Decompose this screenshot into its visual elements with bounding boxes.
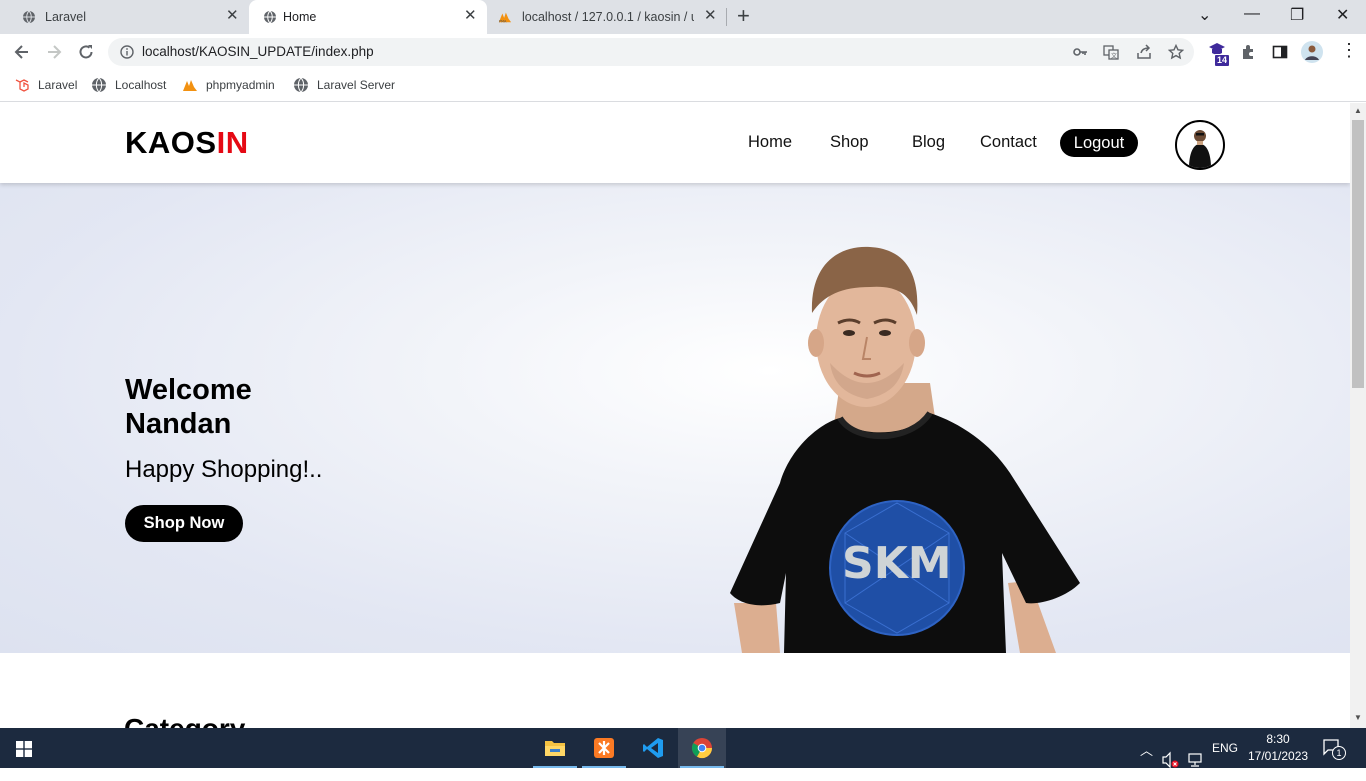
hero-tagline: Happy Shopping!.. [125,456,323,483]
category-heading: Category [124,713,245,728]
tab-phpmyadmin[interactable]: PMA localhost / 127.0.0.1 / kaosin / us … [488,0,726,34]
share-icon[interactable] [1136,44,1152,60]
site-header: KAOSIN Home Shop Blog Contact Logout [0,103,1350,183]
shop-now-button[interactable]: Shop Now [125,505,243,542]
close-tab-icon[interactable]: ✕ [464,8,477,24]
logo-main: KAOS [125,125,217,160]
laravel-icon [15,79,29,92]
shirt-print-text: SKM [842,538,952,589]
phpmyadmin-icon [183,80,197,91]
tab-laravel[interactable]: Laravel ✕ [8,0,248,34]
globe-icon [264,10,276,24]
taskbar-file-explorer[interactable] [531,728,579,768]
language-indicator[interactable]: ENG [1212,741,1238,781]
xampp-icon [594,738,614,758]
clock-date: 17/01/2023 [1248,749,1309,763]
nav-contact[interactable]: Contact [980,133,1037,152]
extension-badge-icon[interactable]: 14 [1208,42,1231,67]
taskbar-xampp[interactable] [580,728,628,768]
nav-home[interactable]: Home [748,133,792,152]
welcome-heading: Welcome Nandan [125,374,252,440]
bookmark-label: Laravel Server [317,78,396,92]
bookmark-laravel-server[interactable]: Laravel Server [293,77,395,93]
notification-count: 1 [1332,746,1346,760]
bookmark-label: Laravel [38,78,78,92]
svg-text:文: 文 [1111,52,1117,60]
bookmarks-bar: Laravel Localhost phpmyadmin Laravel Ser… [0,70,1366,102]
taskbar-chrome[interactable] [678,728,726,768]
site-logo[interactable]: KAOSIN [125,125,249,161]
browser-toolbar: localhost/KAOSIN_UPDATE/index.php 文 14 ⋮ [0,34,1366,70]
bookmark-localhost[interactable]: Localhost [91,77,166,93]
scrollbar-thumb[interactable] [1352,120,1364,388]
show-hidden-icons[interactable]: ︿ [1140,740,1153,780]
page-scrollbar[interactable]: ▲ ▼ [1350,103,1366,728]
close-window-button[interactable]: ✕ [1336,5,1349,25]
minimize-button[interactable]: — [1244,5,1260,23]
network-icon[interactable] [1186,740,1204,780]
tab-home[interactable]: Home ✕ [249,0,487,34]
windows-start-icon[interactable] [16,741,32,757]
tab-strip: Laravel ✕ Home ✕ PMA localhost / 127.0.0… [0,0,1366,34]
hero-model-image: SKM [730,246,1080,653]
globe-icon [23,10,35,24]
logout-button[interactable]: Logout [1060,129,1138,157]
nav-shop[interactable]: Shop [830,133,869,152]
globe-icon [294,77,308,93]
translate-icon[interactable]: 文 [1103,44,1119,60]
chrome-icon [691,738,713,759]
back-icon[interactable] [12,42,32,62]
clock-time: 8:30 [1266,732,1290,746]
action-center-button[interactable]: 1 [1322,738,1346,760]
forward-icon[interactable] [44,42,64,62]
clock[interactable]: 8:30 17/01/2023 [1248,732,1308,772]
tab-title: Home [283,10,317,24]
profile-avatar-icon[interactable] [1301,41,1323,63]
folder-icon [545,741,565,756]
close-tab-icon[interactable]: ✕ [704,8,717,24]
new-tab-button[interactable]: + [737,5,750,27]
tab-separator [726,8,727,26]
svg-text:PMA: PMA [499,19,507,23]
user-avatar[interactable] [1175,120,1225,170]
tab-search-icon[interactable]: ⌄ [1198,5,1211,25]
nav-blog[interactable]: Blog [912,133,945,152]
chrome-menu-icon[interactable]: ⋮ [1340,41,1358,59]
globe-icon [92,77,106,93]
bookmark-star-icon[interactable] [1168,44,1184,60]
taskbar-vscode[interactable] [629,728,677,768]
page-viewport: KAOSIN Home Shop Blog Contact Logout Wel… [0,103,1350,728]
volume-muted-icon[interactable] [1162,740,1180,780]
extension-count: 14 [1214,54,1231,67]
bookmark-label: phpmyadmin [206,78,275,92]
address-bar[interactable]: localhost/KAOSIN_UPDATE/index.php 文 [108,38,1194,66]
scroll-down-icon[interactable]: ▼ [1354,713,1362,722]
windows-taskbar: ︿ ENG 8:30 17/01/2023 1 [0,728,1366,769]
reload-icon[interactable] [76,42,96,62]
url-text: localhost/KAOSIN_UPDATE/index.php [142,44,374,59]
side-panel-icon[interactable] [1272,44,1288,60]
info-icon[interactable] [120,45,134,59]
scroll-up-icon[interactable]: ▲ [1354,106,1362,115]
close-tab-icon[interactable]: ✕ [226,8,239,24]
bookmark-laravel[interactable]: Laravel [14,77,77,93]
phpmyadmin-icon: PMA [498,12,512,23]
vscode-icon [643,738,663,758]
extensions-puzzle-icon[interactable] [1240,44,1256,60]
tab-title: Laravel [45,10,86,24]
bookmark-phpmyadmin[interactable]: phpmyadmin [182,77,275,93]
tab-title: localhost / 127.0.0.1 / kaosin / us [522,10,694,24]
bookmark-label: Localhost [115,78,167,92]
key-icon[interactable] [1072,44,1088,60]
restore-button[interactable]: ❐ [1290,5,1304,25]
hero-banner: Welcome Nandan Happy Shopping!.. Shop No… [0,183,1350,653]
logo-accent: IN [216,125,249,160]
